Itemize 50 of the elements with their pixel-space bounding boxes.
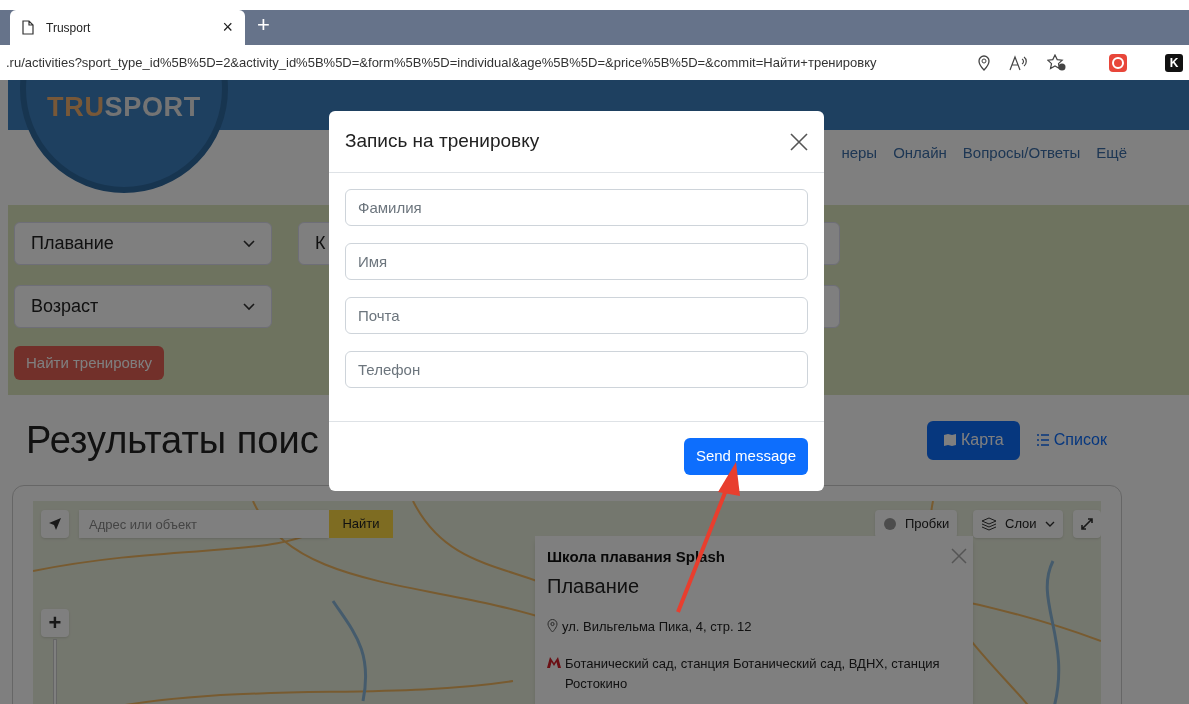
text-input-field[interactable]: Имя: [345, 243, 808, 280]
read-aloud-icon[interactable]: [1009, 54, 1029, 71]
extension-icon[interactable]: [1109, 53, 1127, 72]
metro-icon: [547, 657, 561, 668]
location-pin-icon[interactable]: [977, 54, 991, 71]
layers-button[interactable]: Слои: [973, 510, 1063, 538]
chevron-down-icon: [243, 239, 255, 248]
results-heading: Результаты поис: [26, 417, 319, 463]
new-tab-button[interactable]: +: [257, 8, 270, 41]
view-toggle-tab[interactable]: Карта: [926, 420, 1020, 460]
chevron-down-icon: [1044, 520, 1055, 528]
nav-link[interactable]: Ещё: [1096, 142, 1127, 165]
traffic-button[interactable]: Пробки: [875, 510, 958, 538]
page-icon: [22, 20, 34, 35]
url-text[interactable]: .ru/activities?sport_type_id%5B%5D=2&activity_id%5B%5D=&form%5B%5D=individual&age%5B%5D=&price%5B%5D=&commit=Найти+тренировку: [6, 52, 977, 73]
location-arrow-icon: [48, 517, 62, 531]
text-input-field[interactable]: Телефон: [345, 351, 808, 388]
browser-tab[interactable]: Trusport ×: [10, 10, 245, 45]
tab-close-button[interactable]: ×: [222, 14, 233, 41]
list-icon: [1035, 433, 1050, 447]
map-search-field[interactable]: Адрес или объект: [79, 510, 329, 538]
balloon-address: ул. Вильгельма Пика, 4, стр. 12: [562, 617, 752, 636]
modal-title: Запись на тренировку: [345, 129, 540, 154]
view-toggle-tab[interactable]: Список: [1019, 420, 1123, 460]
extension-k-button[interactable]: K: [1165, 53, 1183, 72]
text-input-field[interactable]: Почта: [345, 297, 808, 334]
filter-select[interactable]: Возраст: [14, 285, 272, 328]
location-pin-icon: [547, 619, 558, 634]
close-icon[interactable]: [790, 132, 808, 151]
locate-button[interactable]: [41, 510, 69, 538]
balloon-metro: Ботанический сад, станция Ботанический сад, ВДНХ, станция Ростокино: [565, 655, 941, 693]
map-icon: [942, 433, 957, 447]
layers-icon: [981, 517, 997, 531]
expand-icon: [1081, 518, 1093, 530]
nav-link[interactable]: Онлайн: [893, 142, 947, 165]
chevron-down-icon: [243, 302, 255, 311]
balloon-subtitle: Плавание: [547, 573, 641, 599]
fullscreen-button[interactable]: [1073, 510, 1101, 538]
nav-link[interactable]: неры: [841, 142, 878, 165]
tab-title: Trusport: [46, 19, 92, 37]
map-search-button[interactable]: Найти: [329, 510, 393, 538]
logo-text: TRUSPORT: [47, 90, 201, 124]
traffic-light-icon: [883, 517, 897, 531]
nav-link[interactable]: Вопросы/Ответы: [962, 142, 1081, 165]
zoom-in-button[interactable]: +: [41, 609, 69, 637]
favorite-star-icon[interactable]: [1047, 53, 1067, 72]
send-message-button[interactable]: Send message: [683, 438, 808, 475]
find-workout-button[interactable]: Найти тренировку: [14, 346, 165, 380]
filter-select[interactable]: Плавание: [14, 222, 272, 265]
text-input-field[interactable]: Фамилия: [345, 189, 808, 226]
